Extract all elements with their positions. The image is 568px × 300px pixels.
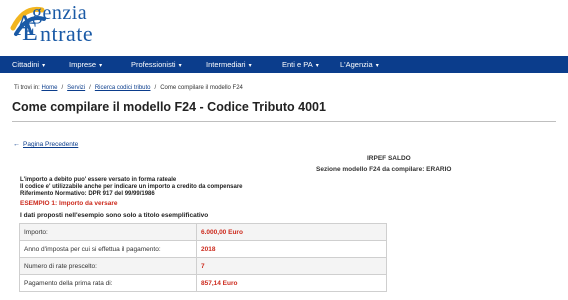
tax-heading: IRPEF SALDO [367, 155, 411, 162]
row-value: 6.000,00 Euro [196, 223, 387, 241]
nav-label: Professionisti [131, 60, 176, 69]
page-title: Come compilare il modello F24 - Codice T… [12, 100, 326, 114]
table-row: Pagamento della prima rata di: 857,14 Eu… [19, 274, 387, 292]
table-row: Numero di rate prescelto: 7 [19, 257, 387, 275]
breadcrumb-link-ricerca[interactable]: Ricerca codici tributo [95, 85, 151, 91]
notes-block: L'importo a debito puo' essere versato i… [20, 177, 243, 198]
chevron-down-icon: ▾ [42, 63, 46, 69]
row-label: Pagamento della prima rata di: [19, 274, 197, 292]
nav-item-imprese[interactable]: Imprese ▾ [69, 56, 102, 73]
logo-line2: ntrate [40, 21, 94, 46]
nav-item-professionisti[interactable]: Professionisti ▾ [131, 56, 182, 73]
breadcrumb-prefix: Ti trovi in: [14, 85, 40, 91]
note-line: L'importo a debito puo' essere versato i… [20, 177, 177, 183]
agenzia-entrate-logo[interactable]: A genzia ntrate E [10, 2, 140, 46]
example-table: Importo: 6.000,00 Euro Anno d'imposta pe… [19, 223, 387, 292]
breadcrumb-separator: / [61, 85, 64, 91]
note-line: Il codice e' utilizzabile anche per indi… [20, 184, 243, 190]
nav-label: Enti e PA [282, 60, 313, 69]
back-link[interactable]: ← Pagina Precedente [13, 141, 78, 148]
chevron-down-icon: ▾ [99, 63, 103, 69]
nav-label: Intermediari [206, 60, 246, 69]
row-label: Numero di rate prescelto: [19, 257, 197, 275]
section-heading: Sezione modello F24 da compilare: ERARIO [316, 166, 452, 173]
svg-text:E: E [22, 20, 38, 44]
nav-item-enti-pa[interactable]: Enti e PA ▾ [282, 56, 319, 73]
chevron-down-icon: ▾ [248, 63, 252, 69]
table-row: Anno d'imposta per cui si effettua il pa… [19, 240, 387, 258]
row-label: Anno d'imposta per cui si effettua il pa… [19, 240, 197, 258]
breadcrumb-separator: / [154, 85, 157, 91]
nav-item-intermediari[interactable]: Intermediari ▾ [206, 56, 252, 73]
main-nav: Cittadini ▾ Imprese ▾ Professionisti ▾ Inte… [0, 56, 568, 73]
table-row: Importo: 6.000,00 Euro [19, 223, 387, 241]
breadcrumb-link-servizi[interactable]: Servizi [67, 85, 85, 91]
row-value: 2018 [196, 240, 387, 258]
nav-label: L'Agenzia [340, 60, 373, 69]
breadcrumb-link-home[interactable]: Home [41, 85, 57, 91]
chevron-down-icon: ▾ [178, 63, 182, 69]
row-value: 857,14 Euro [196, 274, 387, 292]
breadcrumb-current: Come compilare il modello F24 [160, 85, 243, 91]
chevron-down-icon: ▾ [315, 63, 319, 69]
breadcrumb: Ti trovi in: Home / Servizi / Ricerca codici… [14, 85, 243, 91]
nav-label: Cittadini [12, 60, 40, 69]
row-label: Importo: [19, 223, 197, 241]
logo-e-icon: E [22, 20, 38, 44]
chevron-down-icon: ▾ [375, 63, 379, 69]
nav-item-cittadini[interactable]: Cittadini ▾ [12, 56, 45, 73]
nav-label: Imprese [69, 60, 97, 69]
breadcrumb-separator: / [89, 85, 91, 91]
title-divider [12, 121, 556, 122]
example-heading: ESEMPIO 1: Importo da versare [20, 200, 118, 207]
back-link-label: Pagina Precedente [23, 141, 79, 148]
example-disclaimer: I dati proposti nell'esempio sono solo a… [20, 212, 209, 219]
arrow-left-icon: ← [13, 141, 20, 148]
row-value: 7 [196, 257, 387, 275]
note-line: Riferimento Normativo: DPR 917 del 99/99… [20, 191, 155, 197]
nav-item-agenzia[interactable]: L'Agenzia ▾ [340, 56, 379, 73]
